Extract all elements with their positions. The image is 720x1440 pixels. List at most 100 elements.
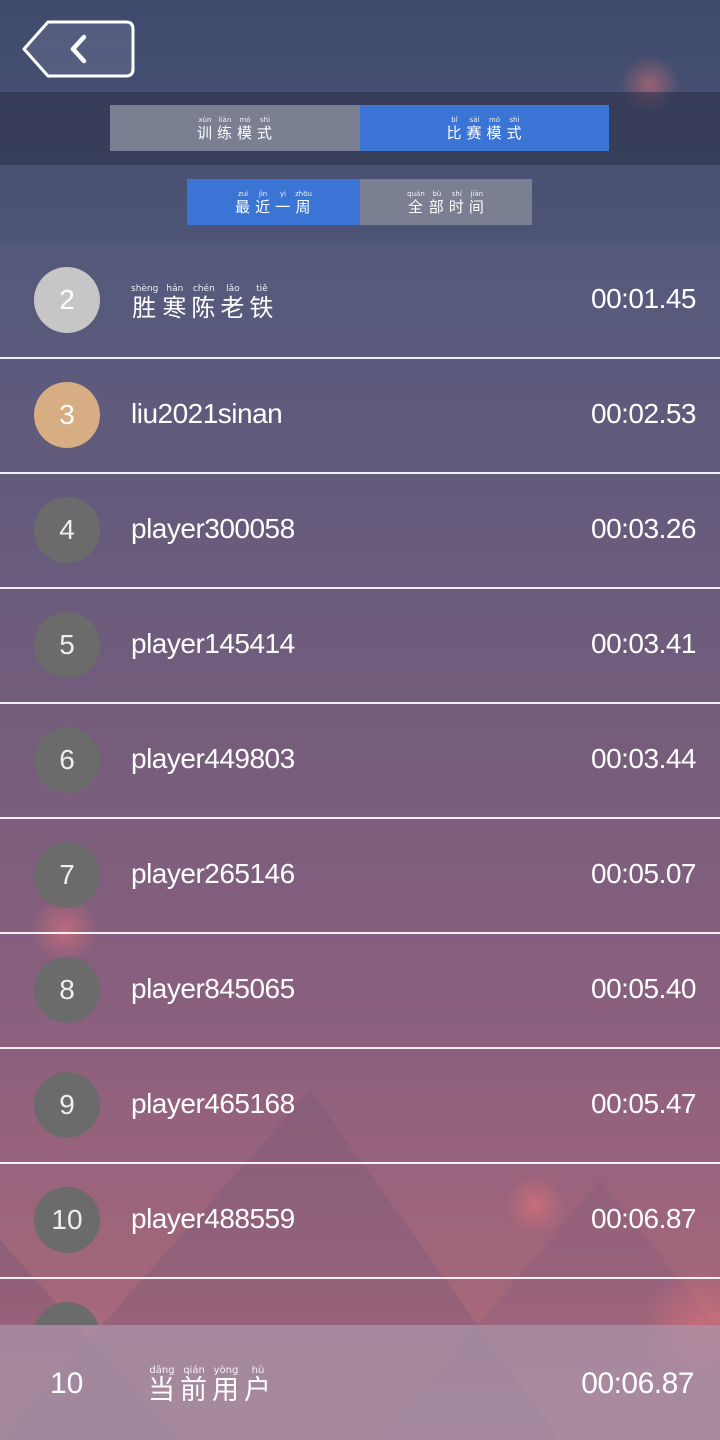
leaderboard-row[interactable]: 7 player265146 00:05.07 <box>0 818 720 934</box>
player-time: 00:03.44 <box>591 743 697 774</box>
hanzi: 模 <box>486 124 503 142</box>
leaderboard-row[interactable]: 4 player300058 00:03.26 <box>0 473 720 589</box>
rank-badge: 8 <box>34 957 100 1023</box>
player-time: 00:05.07 <box>591 858 697 889</box>
ruby-text: quán 全 bù 部 shí 时 jiān 间 <box>407 190 485 216</box>
leaderboard-row[interactable]: 3 liu2021sinan 00:02.53 <box>0 358 720 474</box>
ruby-char: sài 赛 <box>466 116 482 142</box>
ruby-char: jìn 近 <box>255 190 271 216</box>
hanzi: 模 <box>237 124 254 142</box>
player-name: player465168 <box>131 1088 295 1119</box>
tab-recent-week[interactable]: zuì 最 jìn 近 yì 一 zhōu 周 <box>187 179 360 225</box>
pinyin: lǎo <box>226 284 240 294</box>
player-time: 00:03.41 <box>591 628 697 659</box>
hanzi: 比 <box>446 124 463 142</box>
ruby-text: dāng 当 qián 前 yòng 用 hù 户 <box>148 1365 272 1406</box>
player-name: player300058 <box>131 513 295 544</box>
hanzi: 周 <box>295 198 312 216</box>
pinyin: hán <box>166 284 184 294</box>
leaderboard-row[interactable]: 9 player465168 00:05.47 <box>0 1048 720 1164</box>
rank-badge: 6 <box>34 727 100 793</box>
chevron-left-icon <box>22 20 135 78</box>
pinyin: zuì <box>238 190 249 198</box>
player-time: 00:02.53 <box>591 398 697 429</box>
pinyin: shèng <box>131 284 159 294</box>
rank-badge: 9 <box>34 1072 100 1138</box>
leaderboard-row[interactable]: 2 shèng 胜 hán 寒 chén 陈 lǎo 老 tiě 铁 00:01.45 <box>0 243 720 359</box>
hanzi: 当 <box>148 1375 176 1406</box>
current-user-time: 00:06.87 <box>581 1367 694 1400</box>
hanzi: 练 <box>216 124 233 142</box>
ruby-text: shèng 胜 hán 寒 chén 陈 lǎo 老 tiě 铁 <box>131 284 274 322</box>
hanzi: 陈 <box>191 294 217 322</box>
pinyin: quán <box>407 190 425 198</box>
ruby-char: liàn 练 <box>217 116 233 142</box>
ruby-text: zuì 最 jìn 近 yì 一 zhōu 周 <box>235 190 312 216</box>
hanzi: 式 <box>257 124 274 142</box>
ruby-char: shí 时 <box>449 190 465 216</box>
tab-competition-mode[interactable]: bǐ 比 sài 赛 mó 模 shì 式 <box>360 105 609 151</box>
player-name: liu2021sinan <box>131 398 283 429</box>
ruby-char: lǎo 老 <box>220 284 245 322</box>
ruby-text: bǐ 比 sài 赛 mó 模 shì 式 <box>446 116 522 142</box>
ruby-char: yòng 用 <box>212 1365 240 1406</box>
rank-badge: 2 <box>34 267 100 333</box>
back-button[interactable] <box>22 20 135 78</box>
hanzi: 铁 <box>249 294 275 322</box>
mode-tab-bar: xùn 训 liàn 练 mó 模 shì 式 bǐ 比 sài 赛 mó 模 shì 式 <box>0 92 720 165</box>
hanzi: 用 <box>212 1375 240 1406</box>
player-time: 00:05.47 <box>591 1088 697 1119</box>
player-name: player145414 <box>131 628 295 659</box>
pinyin: shì <box>260 116 271 124</box>
current-user-bar: 10 dāng 当 qián 前 yòng 用 hù 户 00:06.87 <box>0 1325 720 1440</box>
pinyin: xùn <box>198 116 212 124</box>
ruby-char: mó 模 <box>237 116 253 142</box>
ruby-char: chén 陈 <box>191 284 216 322</box>
ruby-char: bǐ 比 <box>446 116 462 142</box>
ruby-char: mó 模 <box>487 116 503 142</box>
ruby-char: hán 寒 <box>162 284 187 322</box>
hanzi: 老 <box>220 294 246 322</box>
pinyin: mó <box>488 116 501 124</box>
ruby-char: zhōu 周 <box>295 190 312 216</box>
leaderboard-row[interactable]: 5 player145414 00:03.41 <box>0 588 720 704</box>
player-time: 00:01.45 <box>591 283 697 314</box>
hanzi: 训 <box>196 124 213 142</box>
pinyin: jiān <box>470 190 484 198</box>
tab-all-time[interactable]: quán 全 bù 部 shí 时 jiān 间 <box>360 179 532 225</box>
pinyin: liàn <box>218 116 232 124</box>
player-name: player265146 <box>131 858 295 889</box>
hanzi: 时 <box>448 198 465 216</box>
pinyin: shì <box>509 116 520 124</box>
pinyin: mó <box>239 116 251 124</box>
current-user-rank: 10 <box>50 1367 84 1400</box>
hanzi: 全 <box>407 198 424 216</box>
player-name: player845065 <box>131 973 295 1004</box>
leaderboard-row[interactable]: 6 player449803 00:03.44 <box>0 703 720 819</box>
hanzi: 寒 <box>162 294 188 322</box>
hanzi: 部 <box>428 198 445 216</box>
hanzi: 最 <box>235 198 252 216</box>
pinyin: yì <box>280 190 287 198</box>
ruby-char: shì 式 <box>507 116 523 142</box>
hanzi: 近 <box>255 198 272 216</box>
ruby-char: quán 全 <box>407 190 425 216</box>
pinyin: tiě <box>256 284 268 294</box>
pinyin: chén <box>192 284 215 294</box>
rank-badge: 7 <box>34 842 100 908</box>
pinyin: jìn <box>258 190 268 198</box>
leaderboard-list[interactable]: 2 shèng 胜 hán 寒 chén 陈 lǎo 老 tiě 铁 00:01.45 3 liu2021… <box>0 243 720 1325</box>
current-user-label: dāng 当 qián 前 yòng 用 hù 户 <box>148 1365 272 1406</box>
hanzi: 赛 <box>466 124 483 142</box>
ruby-char: yì 一 <box>275 190 291 216</box>
player-time: 00:06.87 <box>591 1203 697 1234</box>
leaderboard-row[interactable]: 8 player845065 00:05.40 <box>0 933 720 1049</box>
rank-badge: 5 <box>34 612 100 678</box>
leaderboard-row[interactable]: 10 player488559 00:06.87 <box>0 1163 720 1279</box>
ruby-text: xùn 训 liàn 练 mó 模 shì 式 <box>197 116 273 142</box>
ruby-char: shì 式 <box>257 116 273 142</box>
player-name: shèng 胜 hán 寒 chén 陈 lǎo 老 tiě 铁 <box>131 284 274 322</box>
ruby-char: qián 前 <box>180 1365 208 1406</box>
tab-training-mode[interactable]: xùn 训 liàn 练 mó 模 shì 式 <box>110 105 360 151</box>
period-tab-bar: zuì 最 jìn 近 yì 一 zhōu 周 quán 全 bù 部 shí 时 jiān 间 <box>0 165 720 242</box>
